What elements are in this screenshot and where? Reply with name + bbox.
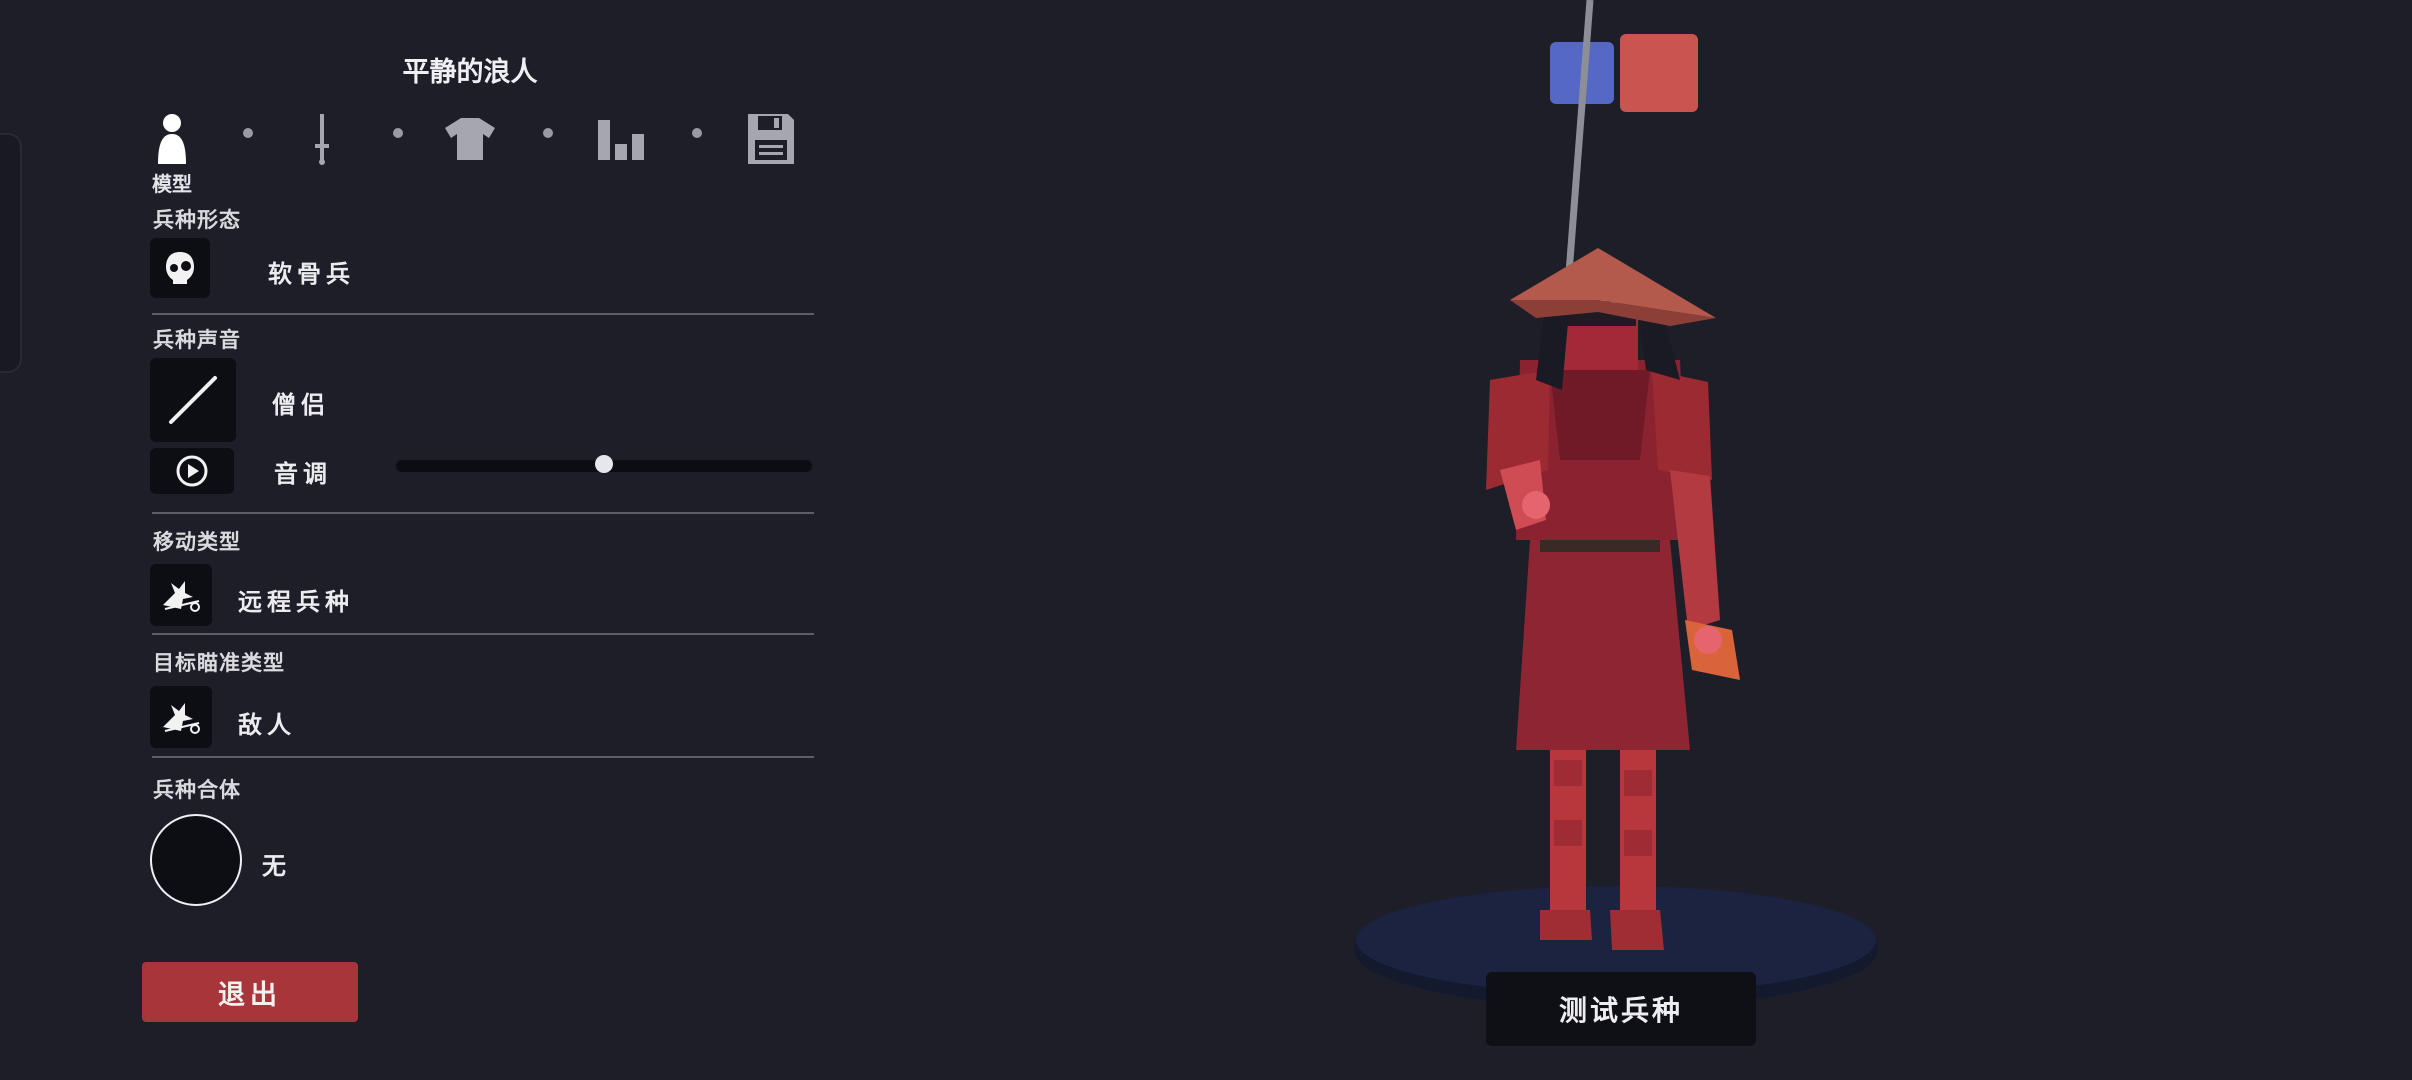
combine-unit-slot[interactable] — [150, 814, 242, 906]
tab-save[interactable] — [744, 108, 798, 170]
form-value[interactable]: 软骨兵 — [268, 254, 355, 289]
movement-selector-button[interactable] — [150, 564, 212, 626]
person-icon — [158, 114, 186, 164]
tab-clothing[interactable] — [443, 108, 497, 170]
section-heading-form: 兵种形态 — [153, 208, 241, 232]
targeting-value[interactable]: 敌人 — [238, 705, 296, 740]
divider — [152, 633, 814, 635]
play-icon — [176, 455, 208, 487]
section-heading-movement: 移动类型 — [153, 530, 241, 554]
form-selector-button[interactable] — [150, 238, 210, 298]
shirt-icon — [445, 118, 495, 160]
samurai-figure — [1486, 0, 1740, 950]
voice-selector-button[interactable] — [150, 358, 236, 442]
sword-icon — [315, 114, 329, 165]
divider — [152, 313, 814, 315]
staff-icon — [169, 376, 217, 424]
pitch-label: 音调 — [274, 460, 332, 488]
unit-preview — [1354, 0, 1878, 1008]
skull-icon — [166, 252, 194, 284]
combine-value: 无 — [262, 852, 291, 880]
tab-separator-dot — [692, 128, 702, 138]
movement-value[interactable]: 远程兵种 — [238, 582, 354, 617]
tab-weapons[interactable] — [295, 108, 349, 170]
active-tab-label: 模型 — [152, 172, 192, 196]
unit-title: 平静的浪人 — [402, 57, 538, 88]
tab-model[interactable] — [145, 108, 199, 170]
test-unit-button[interactable]: 测试兵种 — [1486, 972, 1756, 1046]
targeting-selector-button[interactable] — [150, 686, 212, 748]
pitch-slider-handle[interactable] — [595, 455, 613, 473]
target-icon — [163, 703, 200, 734]
tab-separator-dot — [393, 128, 403, 138]
save-icon — [748, 114, 794, 164]
exit-button[interactable]: 退出 — [142, 962, 358, 1022]
movement-icon — [163, 581, 200, 612]
section-heading-targeting: 目标瞄准类型 — [153, 651, 285, 675]
tab-separator-dot — [543, 128, 553, 138]
tab-separator-dot — [243, 128, 253, 138]
side-drawer-handle[interactable] — [0, 133, 22, 373]
section-heading-combine: 兵种合体 — [153, 778, 241, 802]
voice-value[interactable]: 僧侣 — [272, 385, 330, 420]
play-voice-button[interactable] — [150, 448, 234, 494]
divider — [152, 512, 814, 514]
section-heading-voice: 兵种声音 — [153, 328, 241, 352]
stats-icon — [598, 120, 644, 160]
tab-stats[interactable] — [594, 108, 648, 170]
divider — [152, 756, 814, 758]
